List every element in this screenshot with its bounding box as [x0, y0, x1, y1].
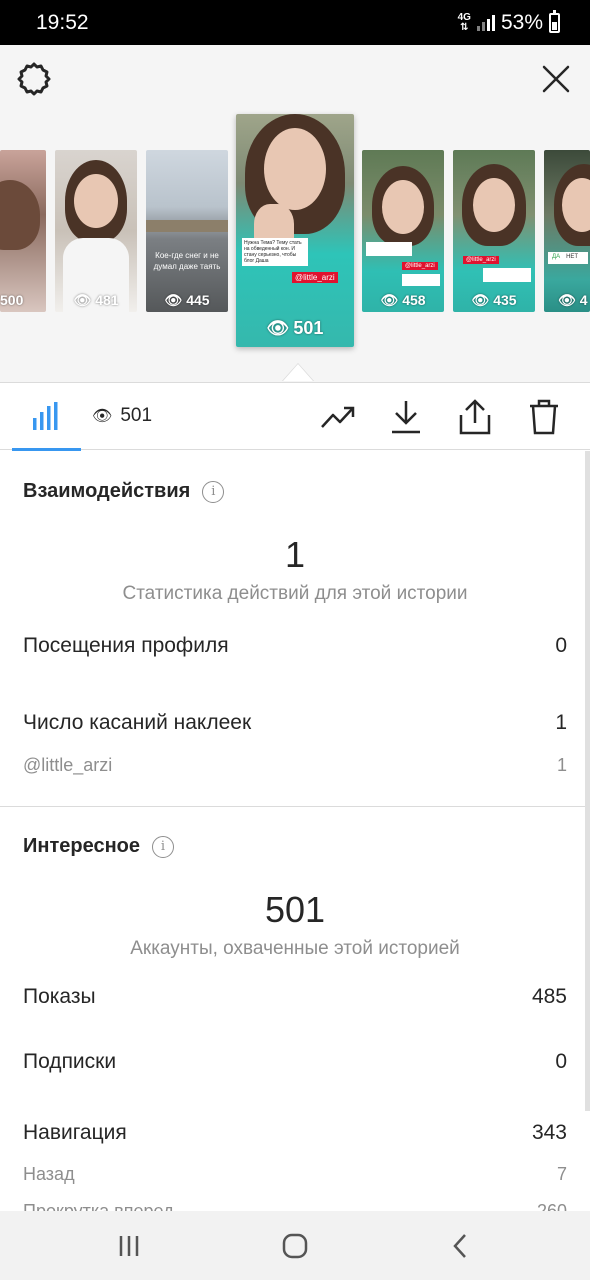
info-icon[interactable]: i: [152, 835, 174, 858]
eye-icon: 👁: [558, 292, 576, 308]
interactions-total: 1: [284, 534, 306, 575]
eye-icon: 👁: [164, 292, 183, 308]
poll-yes: ДА: [552, 254, 561, 260]
interactions-section-title: Взаимодействия i: [23, 480, 225, 503]
signal-icon: [476, 15, 495, 31]
back-chevron-icon: [453, 1234, 466, 1258]
story-views: 501: [293, 318, 324, 338]
story-views: 458: [402, 292, 426, 308]
info-icon[interactable]: i: [202, 480, 225, 503]
selected-story-pointer: [283, 364, 313, 381]
story-thumbnail[interactable]: @little_arzi 👁 458: [362, 150, 444, 312]
sticker-taps-label: Число касаний наклеек: [23, 711, 252, 734]
share-button[interactable]: [458, 399, 492, 435]
status-bar: 19:52 4G ⇅ 53%: [0, 0, 590, 45]
navigation-value: 343: [531, 1121, 567, 1144]
section-divider: [0, 806, 590, 807]
settings-gear-icon[interactable]: [16, 61, 52, 97]
story-thumbnail-selected[interactable]: Нужна Тема? Тему стать на обведенный кон…: [236, 114, 354, 347]
discovery-caption: Аккаунты, охваченные этой историей: [130, 938, 460, 959]
interactions-title: Взаимодействия: [23, 480, 191, 502]
delete-button[interactable]: [528, 399, 560, 435]
forward-row: Прокрутка вперед 260: [23, 1201, 567, 1211]
profile-visits-value: 0: [555, 634, 567, 657]
impressions-label: Показы: [23, 985, 96, 1008]
navigation-row: Навигация 343: [23, 1121, 567, 1145]
system-nav-bar: [0, 1211, 590, 1280]
promote-button[interactable]: [320, 399, 356, 435]
story-views: 481: [95, 292, 119, 308]
recent-apps-icon: [119, 1236, 139, 1256]
discovery-title: Интересное: [23, 835, 140, 857]
insights-content[interactable]: Взаимодействия i 1 Статистика действий д…: [0, 451, 590, 1211]
impressions-row: Показы 485: [23, 985, 567, 1009]
eye-icon: 👁: [73, 292, 92, 308]
back-button[interactable]: [446, 1231, 476, 1261]
story-views: 4: [579, 292, 588, 308]
mention-tag: @little_arzi: [463, 256, 499, 264]
navigation-label: Навигация: [23, 1121, 127, 1144]
sticker-handle-row: @little_arzi 1: [23, 755, 567, 776]
back-label: Назад: [23, 1164, 75, 1184]
eye-icon: 👁: [380, 292, 399, 308]
forward-label: Прокрутка вперед: [23, 1201, 174, 1211]
sticker-taps-row: Число касаний наклеек 1: [23, 711, 567, 735]
story-thumbnail[interactable]: @little_arzi 👁 435: [453, 150, 535, 312]
sticker-handle: @little_arzi: [23, 755, 113, 775]
discovery-section-title: Интересное i: [23, 835, 174, 858]
home-icon: [282, 1233, 308, 1259]
follows-label: Подписки: [23, 1050, 117, 1073]
battery-percent: 53%: [500, 11, 543, 34]
download-button[interactable]: [390, 399, 422, 435]
download-icon: [392, 401, 420, 434]
views-tab-count: 501: [120, 405, 153, 426]
story-views: 435: [493, 292, 517, 308]
back-value: 7: [556, 1164, 567, 1184]
story-thumbnail[interactable]: Кое-где снег и не думал даже таять 👁 445: [146, 150, 228, 312]
views-tab[interactable]: 👁 501: [92, 405, 152, 427]
recent-apps-button[interactable]: [114, 1231, 144, 1261]
trending-up-icon: [321, 406, 355, 428]
discovery-reach: 501: [264, 889, 326, 930]
status-time: 19:52: [36, 11, 89, 34]
sticker-taps-value: 1: [555, 711, 567, 734]
follows-value: 0: [555, 1050, 567, 1073]
share-icon: [459, 399, 491, 435]
profile-visits-label: Посещения профиля: [23, 634, 229, 657]
status-right: 4G ⇅ 53%: [458, 10, 560, 35]
insights-toolbar: 👁 501: [0, 382, 590, 451]
story-text-sticker: Нужна Тема? Тему стать на обведенный кон…: [242, 238, 308, 266]
poll-no: НЕТ: [566, 254, 579, 260]
back-row: Назад 7: [23, 1164, 567, 1185]
battery-icon: [549, 10, 560, 33]
mention-tag: @little_arzi: [292, 272, 338, 283]
story-views: 445: [186, 292, 210, 308]
follows-row: Подписки 0: [23, 1050, 567, 1074]
bar-chart-icon: [33, 402, 58, 430]
forward-value: 260: [536, 1201, 567, 1211]
story-thumbnail[interactable]: 500: [0, 150, 46, 312]
interactions-caption: Статистика действий для этой истории: [122, 583, 468, 604]
eye-icon: 👁: [266, 318, 290, 338]
eye-icon: 👁: [92, 408, 113, 425]
story-caption: Кое-где снег и не думал даже таять: [153, 251, 221, 271]
profile-visits-row: Посещения профиля 0: [23, 634, 567, 658]
sticker-handle-value: 1: [556, 755, 567, 775]
trash-icon: [530, 399, 558, 435]
story-strip: 500 👁 481 Кое-где снег и не думал даже та…: [0, 45, 590, 382]
scrollbar[interactable]: [585, 451, 590, 1111]
data-arrows-icon: ⇅: [460, 22, 469, 33]
story-thumbnail[interactable]: 👁 481: [55, 150, 137, 312]
insights-tab[interactable]: [32, 399, 60, 435]
home-button[interactable]: [280, 1231, 310, 1261]
mention-tag: @little_arzi: [402, 262, 438, 270]
story-thumbnail[interactable]: ДА НЕТ 👁 4: [544, 150, 590, 312]
impressions-value: 485: [531, 985, 567, 1008]
close-icon[interactable]: [542, 65, 570, 93]
eye-icon: 👁: [471, 292, 490, 308]
network-indicator: 4G ⇅: [458, 13, 471, 33]
story-views: 500: [0, 292, 24, 308]
